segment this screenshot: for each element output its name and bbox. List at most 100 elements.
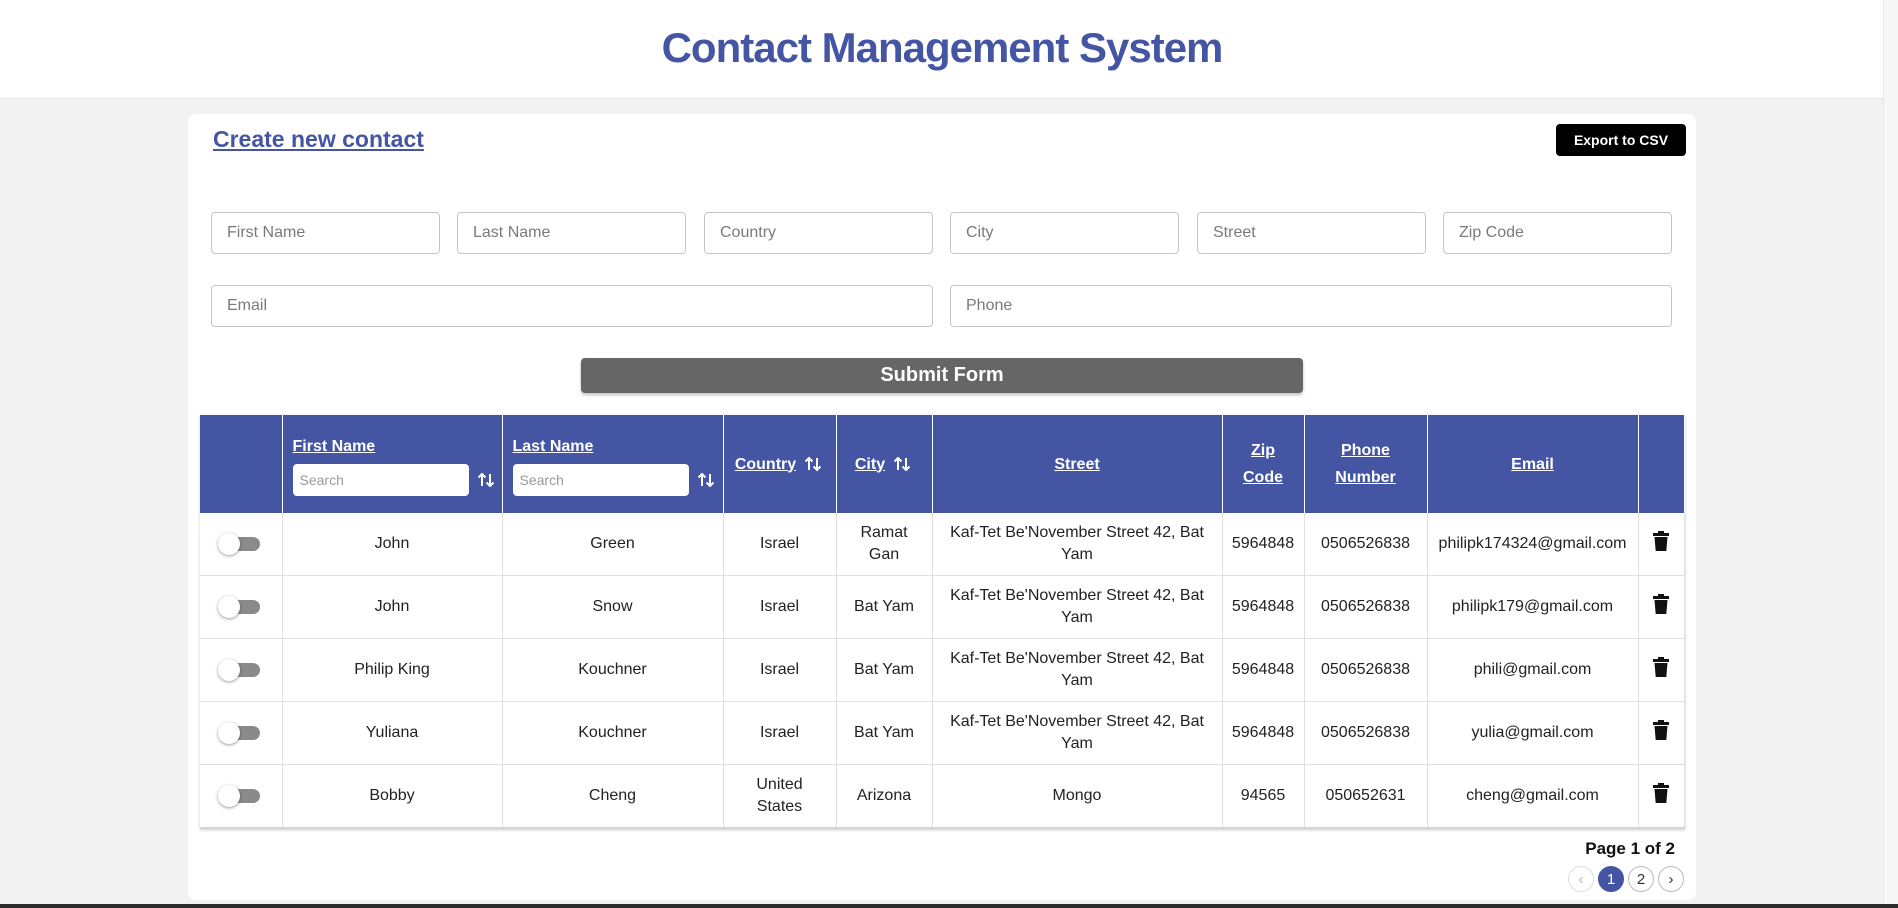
street-cell: Mongo — [932, 764, 1223, 829]
city-sort-label[interactable]: City — [855, 451, 885, 478]
city-field[interactable] — [950, 212, 1179, 254]
country-cell: Israel — [723, 575, 837, 639]
toggle-knob — [217, 595, 240, 618]
table-header-row: First Name Last Name — [200, 415, 1685, 513]
toggle-knob — [217, 784, 240, 807]
trash-icon[interactable] — [1653, 530, 1669, 558]
last-name-field[interactable] — [457, 212, 686, 254]
phone-column-header: Phone Number — [1304, 415, 1428, 513]
street-cell: Kaf-Tet Be'November Street 42, Bat Yam — [932, 638, 1223, 702]
actions-cell — [1638, 575, 1685, 639]
country-column-header: Country — [723, 415, 837, 513]
page-title: Contact Management System — [661, 24, 1224, 71]
first-name-sort-label[interactable]: First Name — [293, 433, 376, 460]
row-toggle-switch[interactable] — [217, 658, 260, 681]
city-cell: Bat Yam — [836, 701, 933, 765]
street-cell: Kaf-Tet Be'November Street 42, Bat Yam — [932, 701, 1223, 765]
first-name-field[interactable] — [211, 212, 440, 254]
table-row: John Green Israel Ramat Gan Kaf-Tet Be'Novem… — [200, 513, 1685, 576]
street-field[interactable] — [1197, 212, 1426, 254]
email-cell: philipk179@gmail.com — [1427, 575, 1639, 639]
phone-cell: 0506526838 — [1304, 638, 1428, 702]
zip-code-cell: 5964848 — [1222, 638, 1305, 702]
first-name-cell: Yuliana — [282, 701, 503, 765]
zip-code-header-label[interactable]: Zip Code — [1243, 437, 1283, 491]
last-name-cell: Cheng — [502, 764, 724, 829]
email-cell: yulia@gmail.com — [1427, 701, 1639, 765]
last-name-search-input[interactable] — [512, 463, 689, 496]
toggle-cell — [200, 764, 283, 829]
sort-arrows-icon[interactable] — [802, 453, 824, 475]
trash-icon[interactable] — [1653, 656, 1669, 684]
street-cell: Kaf-Tet Be'November Street 42, Bat Yam — [932, 513, 1223, 576]
country-cell: United States — [723, 764, 837, 829]
zip-code-cell: 5964848 — [1222, 513, 1305, 576]
table-row: John Snow Israel Bat Yam Kaf-Tet Be'November… — [200, 575, 1685, 639]
contact-card: Create new contact Export to CSV Submit … — [188, 114, 1696, 900]
last-name-cell: Kouchner — [502, 638, 724, 702]
zip-code-column-header: Zip Code — [1222, 415, 1305, 513]
country-cell: Israel — [723, 638, 837, 702]
street-column-header: Street — [932, 415, 1223, 513]
last-name-cell: Kouchner — [502, 701, 724, 765]
email-field[interactable] — [211, 285, 933, 327]
phone-header-label[interactable]: Phone Number — [1331, 437, 1401, 491]
toggle-knob — [217, 658, 240, 681]
actions-cell — [1638, 513, 1685, 576]
prev-page-button[interactable]: ‹ — [1568, 866, 1594, 892]
page-1-button[interactable]: 1 — [1598, 866, 1624, 892]
table-row: Philip King Kouchner Israel Bat Yam Kaf-Tet … — [200, 638, 1685, 702]
email-cell: philipk174324@gmail.com — [1427, 513, 1639, 576]
phone-cell: 0506526838 — [1304, 513, 1428, 576]
row-toggle-switch[interactable] — [217, 721, 260, 744]
next-page-button[interactable]: › — [1658, 866, 1684, 892]
zip-code-cell: 5964848 — [1222, 701, 1305, 765]
sort-arrows-icon[interactable] — [891, 453, 913, 475]
actions-cell — [1638, 638, 1685, 702]
email-cell: cheng@gmail.com — [1427, 764, 1639, 829]
email-column-header: Email — [1427, 415, 1639, 513]
table-row: Yuliana Kouchner Israel Bat Yam Kaf-Tet Be'N… — [200, 701, 1685, 765]
first-name-search-input[interactable] — [292, 463, 469, 496]
phone-field[interactable] — [950, 285, 1672, 327]
actions-cell — [1638, 701, 1685, 765]
pagination: ‹ 1 2 › — [1568, 866, 1684, 892]
city-column-header: City — [836, 415, 933, 513]
page-header: Contact Management System — [0, 0, 1884, 99]
country-cell: Israel — [723, 701, 837, 765]
zip-code-cell: 5964848 — [1222, 575, 1305, 639]
trash-icon[interactable] — [1653, 593, 1669, 621]
vertical-scrollbar[interactable] — [1883, 0, 1898, 908]
export-csv-button[interactable]: Export to CSV — [1556, 124, 1686, 156]
toggle-knob — [217, 721, 240, 744]
trash-icon[interactable] — [1653, 782, 1669, 810]
row-toggle-switch[interactable] — [217, 595, 260, 618]
country-field[interactable] — [704, 212, 933, 254]
first-name-cell: John — [282, 513, 503, 576]
last-name-column-header: Last Name — [502, 415, 724, 513]
create-new-contact-link[interactable]: Create new contact — [213, 126, 424, 153]
row-toggle-switch[interactable] — [217, 784, 260, 807]
submit-form-button[interactable]: Submit Form — [581, 358, 1303, 393]
phone-cell: 0506526838 — [1304, 701, 1428, 765]
table-row: Bobby Cheng United States Arizona Mongo 94565… — [200, 764, 1685, 829]
street-header-label[interactable]: Street — [1054, 456, 1099, 473]
zip-code-field[interactable] — [1443, 212, 1672, 254]
row-toggle-switch[interactable] — [217, 532, 260, 555]
sort-arrows-icon[interactable] — [475, 469, 497, 491]
contacts-table: First Name Last Name — [200, 415, 1685, 829]
page-2-button[interactable]: 2 — [1628, 866, 1654, 892]
page-indicator: Page 1 of 2 — [1585, 839, 1675, 858]
city-cell: Arizona — [836, 764, 933, 829]
phone-cell: 0506526838 — [1304, 575, 1428, 639]
phone-cell: 050652631 — [1304, 764, 1428, 829]
first-name-cell: Bobby — [282, 764, 503, 829]
sort-arrows-icon[interactable] — [695, 469, 717, 491]
email-header-label[interactable]: Email — [1511, 456, 1554, 473]
first-name-cell: Philip King — [282, 638, 503, 702]
trash-icon[interactable] — [1653, 719, 1669, 747]
country-sort-label[interactable]: Country — [735, 451, 796, 478]
actions-column-header — [1638, 415, 1685, 513]
last-name-sort-label[interactable]: Last Name — [513, 433, 594, 460]
last-name-cell: Green — [502, 513, 724, 576]
